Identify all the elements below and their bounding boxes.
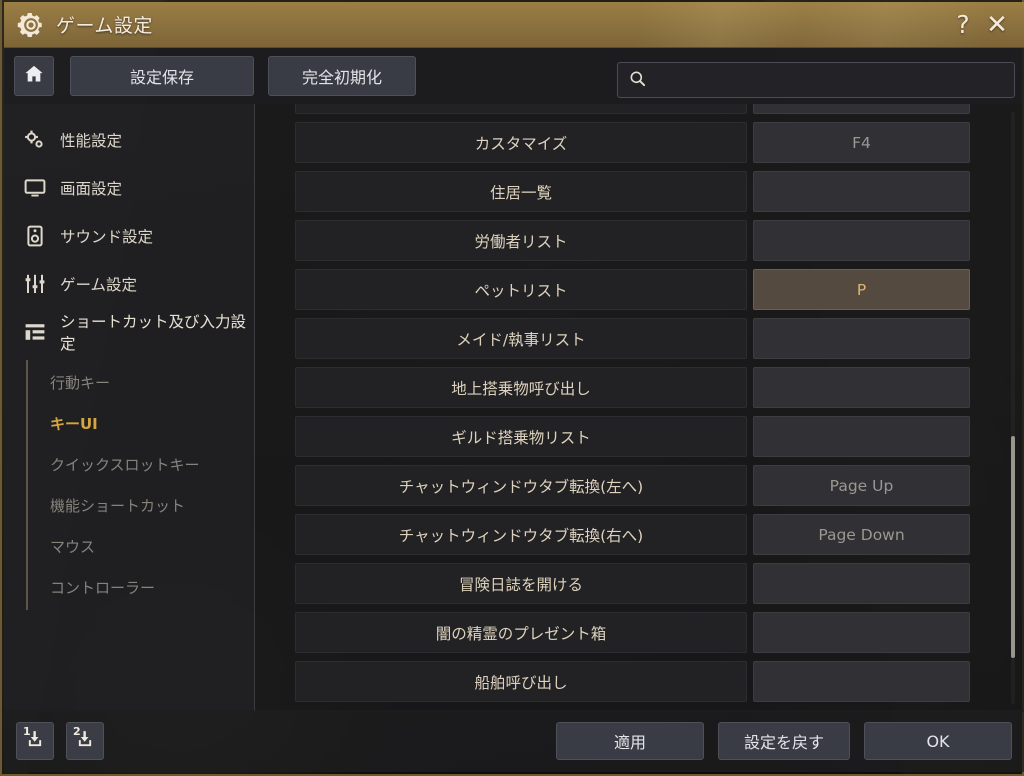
keybind-label: 船舶呼び出し	[295, 661, 747, 702]
sidebar-item-performance[interactable]: 性能設定	[4, 116, 254, 164]
keybind-key-button[interactable]	[753, 104, 970, 114]
table-row[interactable]: メイド/執事リスト	[255, 314, 1024, 363]
table-row[interactable]: 住居一覧	[255, 167, 1024, 216]
subnav-item-mouse[interactable]: マウス	[50, 526, 254, 567]
home-button[interactable]	[14, 56, 54, 96]
footer-bar: 1 2 適用 設定を戻す OK	[4, 710, 1024, 772]
keybind-label: 住居一覧	[295, 171, 747, 212]
table-row[interactable]: 地上搭乗物呼び出し	[255, 363, 1024, 412]
table-row[interactable]	[255, 104, 1024, 118]
keybind-key-button[interactable]	[753, 612, 970, 653]
keybind-key-button[interactable]	[753, 367, 970, 408]
preset-slot-number: 2	[73, 725, 81, 738]
sidebar-item-label: サウンド設定	[60, 228, 154, 246]
keybind-label	[295, 104, 747, 114]
gear-icon	[16, 10, 46, 40]
game-settings-window: ゲーム設定 ? ✕ 設定保存 完全初期化 性能設定 画面設定 サウンド設定 ゲー…	[0, 0, 1024, 776]
sidebar-item-display[interactable]: 画面設定	[4, 164, 254, 212]
window-title: ゲーム設定	[56, 15, 153, 37]
sidebar-item-label: ショートカット及び入力設定	[60, 313, 247, 353]
keybind-label: チャットウィンドウタブ転換(左へ)	[295, 465, 747, 506]
keybind-key-button[interactable]	[753, 220, 970, 261]
sidebar-item-shortcuts[interactable]: ショートカット及び入力設定	[4, 308, 254, 356]
table-row[interactable]: チャットウィンドウタブ転換(左へ) Page Up	[255, 461, 1024, 510]
table-row[interactable]: 労働者リスト	[255, 216, 1024, 265]
table-row[interactable]: ペットリスト P	[255, 265, 1024, 314]
sidebar-item-label: 画面設定	[60, 180, 123, 198]
speaker-icon	[22, 223, 48, 249]
keybind-label: チャットウィンドウタブ転換(右へ)	[295, 514, 747, 555]
keybind-list: カスタマイズ F4 住居一覧 労働者リスト ペットリスト P メイド/執事リスト	[255, 104, 1024, 706]
keybind-key-button[interactable]	[753, 416, 970, 457]
apply-button[interactable]: 適用	[556, 722, 704, 760]
keybind-label: 冒険日誌を開ける	[295, 563, 747, 604]
keybind-key-button[interactable]: Page Down	[753, 514, 970, 555]
keybind-key-button[interactable]: P	[753, 269, 970, 310]
full-reset-button[interactable]: 完全初期化	[268, 56, 416, 96]
sidebar: 性能設定 画面設定 サウンド設定 ゲーム設定 ショートカット及び入力設定 行動キ…	[4, 104, 254, 712]
preset-slot-1-button[interactable]: 1	[16, 722, 54, 760]
sliders-icon	[22, 271, 48, 297]
ok-button[interactable]: OK	[864, 722, 1012, 760]
subnav-item-function-shortcuts[interactable]: 機能ショートカット	[50, 485, 254, 526]
keybind-key-button[interactable]	[753, 563, 970, 604]
monitor-icon	[22, 175, 48, 201]
revert-settings-button[interactable]: 設定を戻す	[718, 722, 850, 760]
search-icon	[628, 69, 647, 92]
performance-gears-icon	[22, 127, 48, 153]
title-bar: ゲーム設定 ? ✕	[4, 2, 1024, 48]
keybind-list-panel: カスタマイズ F4 住居一覧 労働者リスト ペットリスト P メイド/執事リスト	[255, 104, 1024, 712]
window-frame: ゲーム設定 ? ✕ 設定保存 完全初期化 性能設定 画面設定 サウンド設定 ゲー…	[0, 0, 1024, 776]
keybind-key-button[interactable]	[753, 661, 970, 702]
sidebar-item-label: 性能設定	[60, 132, 123, 150]
list-icon	[22, 319, 48, 345]
keybind-key-button[interactable]: Page Up	[753, 465, 970, 506]
keybind-label: ペットリスト	[295, 269, 747, 310]
table-row[interactable]: チャットウィンドウタブ転換(右へ) Page Down	[255, 510, 1024, 559]
close-icon[interactable]: ✕	[980, 8, 1014, 42]
search-input[interactable]	[655, 64, 1004, 96]
table-row[interactable]: 冒険日誌を開ける	[255, 559, 1024, 608]
table-row[interactable]: 闇の精霊のプレゼント箱	[255, 608, 1024, 657]
keybind-label: 労働者リスト	[295, 220, 747, 261]
keybind-label: 闇の精霊のプレゼント箱	[295, 612, 747, 653]
subnav-item-action-keys[interactable]: 行動キー	[50, 362, 254, 403]
subnav-item-controller[interactable]: コントローラー	[50, 567, 254, 608]
search-box[interactable]	[617, 62, 1015, 98]
sidebar-item-label: ゲーム設定	[60, 276, 138, 294]
table-row[interactable]: 船舶呼び出し	[255, 657, 1024, 706]
sidebar-item-game[interactable]: ゲーム設定	[4, 260, 254, 308]
sidebar-subnav: 行動キー キーUI クイックスロットキー 機能ショートカット マウス コントロー…	[26, 356, 254, 610]
subnav-item-quickslot-keys[interactable]: クイックスロットキー	[50, 444, 254, 485]
keybind-key-button[interactable]: F4	[753, 122, 970, 163]
keybind-label: ギルド搭乗物リスト	[295, 416, 747, 457]
keybind-label: 地上搭乗物呼び出し	[295, 367, 747, 408]
keybind-label: メイド/執事リスト	[295, 318, 747, 359]
keybind-key-button[interactable]	[753, 171, 970, 212]
home-icon	[23, 63, 45, 89]
keybind-label: カスタマイズ	[295, 122, 747, 163]
sidebar-item-sound[interactable]: サウンド設定	[4, 212, 254, 260]
help-icon[interactable]: ?	[946, 8, 980, 42]
scrollbar-thumb[interactable]	[1011, 436, 1015, 658]
subnav-item-key-ui[interactable]: キーUI	[50, 403, 254, 444]
table-row[interactable]: カスタマイズ F4	[255, 118, 1024, 167]
scrollbar[interactable]	[1011, 112, 1015, 704]
table-row[interactable]: ギルド搭乗物リスト	[255, 412, 1024, 461]
preset-slot-2-button[interactable]: 2	[66, 722, 104, 760]
preset-slot-number: 1	[23, 725, 31, 738]
save-settings-button[interactable]: 設定保存	[70, 56, 254, 96]
keybind-key-button[interactable]	[753, 318, 970, 359]
